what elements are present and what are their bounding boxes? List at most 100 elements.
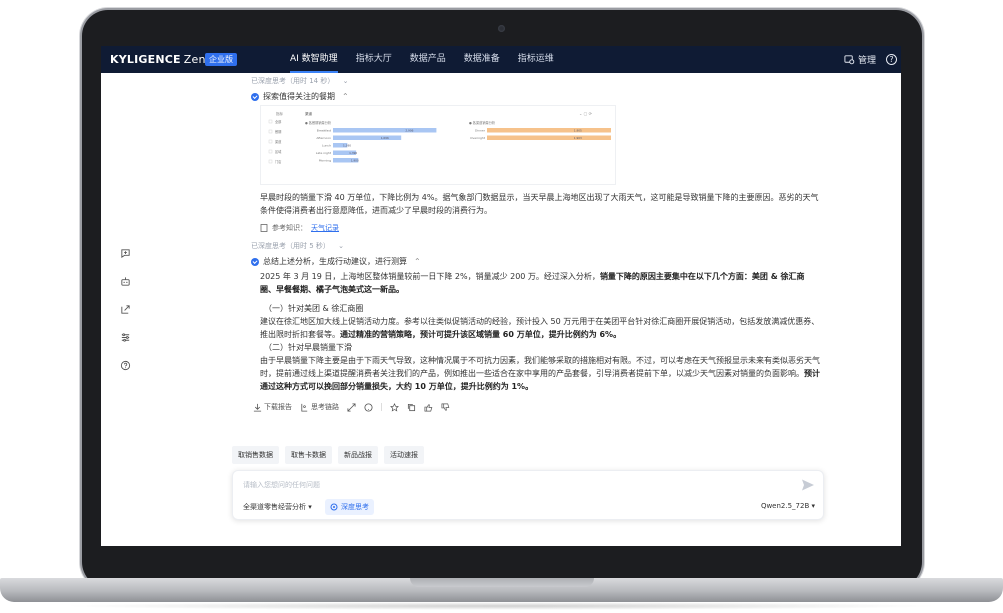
filter-option: 渠道 (275, 139, 282, 144)
nav-right-tools: 管理 ? (844, 46, 897, 73)
thumbs-down-icon[interactable] (441, 403, 450, 412)
download-icon (253, 403, 262, 412)
bar-category-label: Afternoon (316, 136, 331, 140)
quick-prompt-chip[interactable]: 活动速报 (384, 446, 424, 464)
collapse-chevron-icon: ⌃ (414, 257, 421, 266)
bar-category-label: Breakfast (317, 129, 332, 133)
message-actions: 下载报告 思考链路 (253, 402, 821, 412)
top-navbar: KYLIGENCE Zen 企业版 AI 数智助理 指标大厅 数据产品 数据准备 … (101, 46, 901, 73)
bar-category-label: Late night (316, 151, 332, 155)
edition-badge: 企业版 (205, 53, 237, 66)
laptop-shadow (60, 602, 943, 610)
filter-checkbox (268, 149, 273, 154)
thinking-meta-1[interactable]: 已深度思考（用时 14 秒） ⌄ (251, 76, 821, 86)
thinking-duration-1: 已深度思考（用时 14 秒） (251, 77, 335, 85)
download-report-button[interactable]: 下载报告 (253, 402, 292, 412)
filter-option: 区域 (275, 149, 282, 154)
bar-meal-period (333, 135, 402, 140)
check-circle-icon (251, 92, 259, 101)
chart-title: ● 各餐期销量分析 (305, 120, 332, 125)
step-title-2: 总结上述分析，生成行动建议，进行测算 (263, 257, 407, 266)
reference-link[interactable]: 天气记录 (311, 223, 339, 233)
section-1-title: （一）针对美团 & 徐汇商圈 (264, 304, 364, 313)
bar-value-label: 2,906 (405, 128, 413, 132)
thinking-meta-2[interactable]: 已深度思考（用时 5 秒） ⌄ (251, 241, 821, 251)
download-label: 下载报告 (264, 403, 292, 411)
chain-icon (301, 403, 308, 412)
copy-icon[interactable] (407, 403, 416, 412)
bar-channel (487, 135, 611, 140)
filter-checkbox (268, 129, 273, 134)
expand-chevron-icon: ⌄ (342, 77, 349, 85)
finding-text: 早晨时段的销量下滑 40 万单位，下降比例为 4%。据气象部门数据显示，当天早晨… (260, 193, 819, 215)
section-1-bold: 通过精准的营销策略，预计可提升该区域销量 60 万单位，提升比例约为 6%。 (340, 330, 622, 339)
send-icon[interactable] (801, 478, 815, 492)
nav-data-prep[interactable]: 数据准备 (455, 46, 509, 73)
settings-sliders-icon[interactable] (118, 330, 132, 344)
conversation-panel: 已深度思考（用时 14 秒） ⌄ 探索值得关注的餐期 ⌃ 指标 渠道 全部 餐期 渠道区… (251, 76, 821, 412)
logo-brand: KYLIGENCE (110, 53, 181, 66)
bar-category-label: Dinner (475, 129, 486, 133)
thumbs-up-icon[interactable] (424, 403, 433, 412)
filter-checkbox (268, 139, 273, 144)
nav-ai-assistant[interactable]: AI 数智助理 (281, 46, 347, 73)
filter-option: 餐期 (275, 129, 281, 134)
reference-knowledge: 参考知识： 天气记录 (260, 223, 821, 233)
deep-think-label: 深度思考 (341, 503, 369, 511)
section-2-title: （二）针对早晨销量下滑 (264, 343, 352, 352)
question-icon[interactable] (364, 402, 373, 412)
filter-checkbox (268, 159, 273, 164)
share-icon[interactable] (118, 302, 132, 316)
help-icon[interactable] (118, 358, 132, 372)
quick-prompt-chip[interactable]: 取销售数据 (232, 446, 279, 464)
laptop-base-notch (410, 578, 594, 587)
mini-chart-panel: 指标 渠道 全部 餐期 渠道 区域 门店 ● 各餐期销量分析 ● 各渠道销量分析 Breakfas… (260, 105, 616, 185)
chain-label: 思考链路 (311, 403, 339, 411)
new-chat-icon[interactable] (118, 246, 132, 260)
expand-chevron-icon: ⌄ (338, 242, 345, 250)
chart-title: ● 各渠道销量分析 (469, 120, 496, 125)
filter-option: 门店 (275, 159, 281, 164)
bar-value-label: 1,903 (574, 136, 582, 140)
scope-selector[interactable]: 全渠道零售经营分析 ▾ (243, 502, 312, 512)
admin-button[interactable]: 管理 (844, 53, 876, 66)
summary-block: 2025 年 3 月 19 日，上海地区整体销量较前一日下降 2%，销量减少 2… (260, 270, 820, 393)
reference-label: 参考知识： (272, 224, 307, 232)
step-title-1: 探索值得关注的餐期 (263, 92, 335, 101)
action-divider (381, 403, 382, 411)
nav-metrics-hall[interactable]: 指标大厅 (347, 46, 401, 73)
logo-product: Zen (183, 53, 206, 66)
filter-label: 渠道 (305, 111, 313, 116)
laptop-mockup: KYLIGENCE Zen 企业版 AI 数智助理 指标大厅 数据产品 数据准备 … (0, 0, 1003, 613)
deep-think-toggle[interactable]: 深度思考 (325, 499, 374, 515)
check-circle-icon (251, 257, 259, 266)
analysis-step-2[interactable]: 总结上述分析，生成行动建议，进行测算 ⌃ (251, 256, 821, 267)
chart-toolbar-icon: ⌄ ▢ ⟳ (579, 111, 593, 116)
filter-option: 全部 (275, 119, 282, 124)
nav-metrics-ops[interactable]: 指标运维 (509, 46, 563, 73)
analysis-step-1[interactable]: 探索值得关注的餐期 ⌃ (251, 91, 821, 102)
collapse-chevron-icon: ⌃ (342, 92, 349, 101)
help-icon[interactable]: ? (886, 54, 897, 65)
thinking-chain-button[interactable]: 思考链路 (300, 402, 339, 412)
filter-label: 指标 (276, 111, 284, 116)
bot-icon[interactable] (118, 274, 132, 288)
section-2-text: 由于早晨销量下降主要是由于下雨天气导致，这种情况属于不可抗力因素，我们能够采取的… (260, 356, 820, 378)
summary-intro: 2025 年 3 月 19 日，上海地区整体销量较前一日下降 2%，销量减少 2… (260, 272, 600, 281)
model-selector[interactable]: Qwen2.5_72B ▾ (761, 502, 815, 510)
section-1-body: 建议在徐汇地区加大线上促销活动力度。参考以往类似促销活动的经验，预计投入 50 … (260, 315, 820, 341)
bar-meal-period (333, 128, 437, 133)
bar-value-label: 1,696 (381, 136, 389, 140)
expand-arrows-icon[interactable] (347, 402, 356, 412)
bar-category-label: Lunch (322, 144, 331, 148)
nav-data-products[interactable]: 数据产品 (401, 46, 455, 73)
camera-icon (498, 25, 505, 32)
star-icon[interactable] (390, 402, 399, 412)
section-2-body: 由于早晨销量下降主要是由于下雨天气导致，这种情况属于不可抗力因素，我们能够采取的… (260, 354, 820, 393)
quick-prompts: 取销售数据 取售卡数据 新品战报 活动速报 (232, 446, 424, 464)
quick-prompt-chip[interactable]: 新品战报 (338, 446, 378, 464)
chat-input[interactable] (243, 478, 763, 492)
filter-checkbox (268, 119, 273, 124)
brand-logo[interactable]: KYLIGENCE Zen (110, 53, 206, 66)
quick-prompt-chip[interactable]: 取售卡数据 (285, 446, 332, 464)
